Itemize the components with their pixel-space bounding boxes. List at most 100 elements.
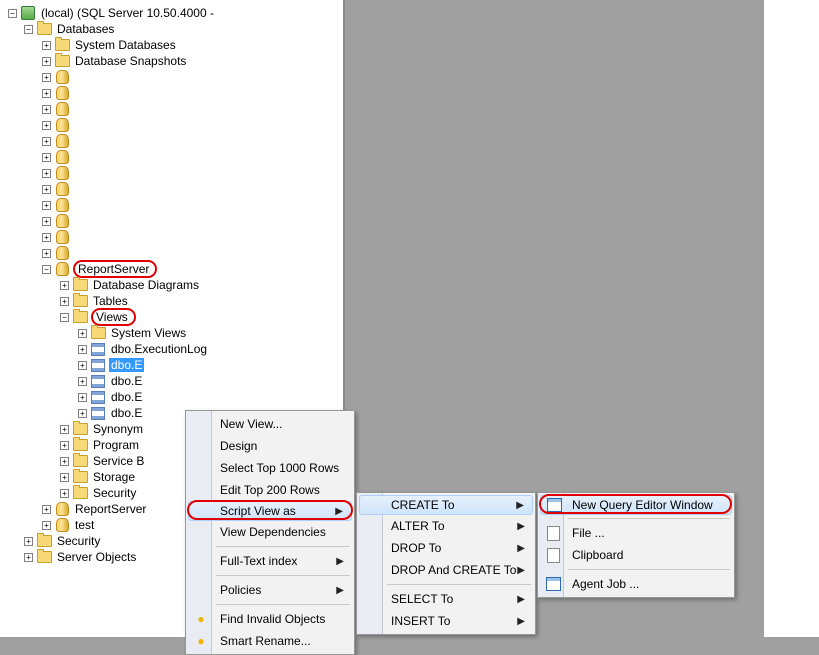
database-icon <box>54 517 70 533</box>
expand-icon[interactable]: + <box>78 345 87 354</box>
expand-icon[interactable]: + <box>42 169 51 178</box>
expand-icon[interactable]: + <box>78 329 87 338</box>
menu-smart-rename[interactable]: Smart Rename... <box>188 630 352 652</box>
menu-select-top-1000[interactable]: Select Top 1000 Rows <box>188 457 352 479</box>
menu-design[interactable]: Design <box>188 435 352 457</box>
database-icon <box>54 245 70 261</box>
menu-create-to[interactable]: CREATE To▶ <box>359 495 533 515</box>
db-node[interactable]: + <box>2 214 341 230</box>
menu-script-view-as[interactable]: Script View as▶ <box>188 501 352 521</box>
expand-icon[interactable]: + <box>78 409 87 418</box>
db-node[interactable]: + <box>2 118 341 134</box>
expand-icon[interactable]: + <box>42 185 51 194</box>
db-node[interactable]: + <box>2 198 341 214</box>
databases-node[interactable]: − Databases <box>2 22 341 38</box>
menu-alter-to[interactable]: ALTER To▶ <box>359 515 533 537</box>
db-node[interactable]: + <box>2 134 341 150</box>
db-node[interactable]: + <box>2 150 341 166</box>
collapse-icon[interactable]: − <box>42 265 51 274</box>
db-node[interactable]: + <box>2 182 341 198</box>
expand-icon[interactable]: + <box>42 73 51 82</box>
expand-icon[interactable]: + <box>42 121 51 130</box>
view-node[interactable]: +dbo.E <box>2 390 341 406</box>
menu-view-dependencies[interactable]: View Dependencies <box>188 521 352 543</box>
server-node[interactable]: − (local) (SQL Server 10.50.4000 - <box>2 6 341 22</box>
expand-icon[interactable]: + <box>60 281 69 290</box>
db-node[interactable]: + <box>2 230 341 246</box>
menu-new-view[interactable]: New View... <box>188 413 352 435</box>
expand-icon[interactable]: + <box>78 393 87 402</box>
expand-icon[interactable]: + <box>42 137 51 146</box>
expand-icon[interactable]: + <box>60 297 69 306</box>
reportserver-node[interactable]: − ReportServer <box>2 262 341 278</box>
expand-icon[interactable]: + <box>42 217 51 226</box>
database-icon <box>54 117 70 133</box>
expand-icon[interactable]: + <box>78 361 87 370</box>
view-node-selected[interactable]: +dbo.E <box>2 358 341 374</box>
menu-clipboard[interactable]: Clipboard <box>540 544 732 566</box>
db-node[interactable]: + <box>2 166 341 182</box>
collapse-icon[interactable]: − <box>60 313 69 322</box>
expand-icon[interactable]: + <box>42 521 51 530</box>
menu-insert-to[interactable]: INSERT To▶ <box>359 610 533 632</box>
submenu-arrow-icon: ▶ <box>336 556 344 567</box>
submenu-arrow-icon: ▶ <box>516 500 524 511</box>
menu-separator <box>216 575 350 576</box>
snapshots-node[interactable]: + Database Snapshots <box>2 54 341 70</box>
folder-icon <box>72 277 88 293</box>
server-label: (local) (SQL Server 10.50.4000 - <box>39 6 216 20</box>
db-node[interactable]: + <box>2 246 341 262</box>
sysviews-node[interactable]: +System Views <box>2 326 341 342</box>
menu-find-invalid[interactable]: Find Invalid Objects <box>188 608 352 630</box>
menu-edit-top-200[interactable]: Edit Top 200 Rows <box>188 479 352 501</box>
expand-icon[interactable]: + <box>42 201 51 210</box>
db-node[interactable]: + <box>2 86 341 102</box>
expand-icon[interactable]: + <box>42 57 51 66</box>
menu-select-to[interactable]: SELECT To▶ <box>359 588 533 610</box>
expand-icon[interactable]: + <box>42 89 51 98</box>
expand-icon[interactable]: + <box>78 377 87 386</box>
expand-icon[interactable]: + <box>60 489 69 498</box>
menu-fulltext-index[interactable]: Full-Text index▶ <box>188 550 352 572</box>
expand-icon[interactable]: + <box>42 233 51 242</box>
views-node[interactable]: −Views <box>2 310 341 326</box>
folder-icon <box>36 549 52 565</box>
expand-icon[interactable]: + <box>60 441 69 450</box>
submenu-script-view-as[interactable]: CREATE To▶ ALTER To▶ DROP To▶ DROP And C… <box>356 492 536 635</box>
db-node[interactable]: + <box>2 70 341 86</box>
expand-icon[interactable]: + <box>42 249 51 258</box>
bulb-icon <box>193 633 209 649</box>
submenu-arrow-icon: ▶ <box>517 521 525 532</box>
view-node[interactable]: +dbo.ExecutionLog <box>2 342 341 358</box>
highlight-ring: ReportServer <box>73 260 157 278</box>
view-icon <box>90 357 106 373</box>
expand-icon[interactable]: + <box>42 153 51 162</box>
expand-icon[interactable]: + <box>42 505 51 514</box>
menu-file[interactable]: File ... <box>540 522 732 544</box>
expand-icon[interactable]: + <box>60 473 69 482</box>
submenu-create-to[interactable]: New Query Editor Window File ... Clipboa… <box>537 492 735 598</box>
collapse-icon[interactable]: − <box>8 9 17 18</box>
menu-drop-to[interactable]: DROP To▶ <box>359 537 533 559</box>
sysdb-node[interactable]: + System Databases <box>2 38 341 54</box>
context-menu-view[interactable]: New View... Design Select Top 1000 Rows … <box>185 410 355 655</box>
tables-node[interactable]: +Tables <box>2 294 341 310</box>
collapse-icon[interactable]: − <box>24 25 33 34</box>
database-icon <box>54 69 70 85</box>
expand-icon[interactable]: + <box>24 553 33 562</box>
view-node[interactable]: +dbo.E <box>2 374 341 390</box>
expand-icon[interactable]: + <box>42 41 51 50</box>
expand-icon[interactable]: + <box>24 537 33 546</box>
expand-icon[interactable]: + <box>60 457 69 466</box>
expand-icon[interactable]: + <box>42 105 51 114</box>
folder-icon <box>54 53 70 69</box>
menu-policies[interactable]: Policies▶ <box>188 579 352 601</box>
menu-separator <box>216 604 350 605</box>
db-node[interactable]: + <box>2 102 341 118</box>
menu-separator <box>216 546 350 547</box>
menu-agent-job[interactable]: Agent Job ... <box>540 573 732 595</box>
menu-new-query-editor[interactable]: New Query Editor Window <box>540 495 732 515</box>
dbdiagrams-node[interactable]: +Database Diagrams <box>2 278 341 294</box>
expand-icon[interactable]: + <box>60 425 69 434</box>
menu-drop-and-create-to[interactable]: DROP And CREATE To▶ <box>359 559 533 581</box>
